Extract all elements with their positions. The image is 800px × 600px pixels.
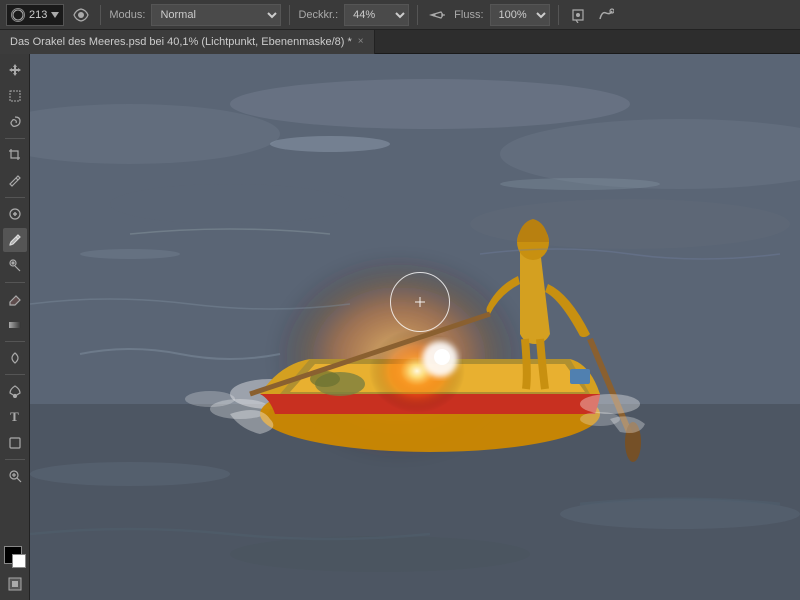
- canvas-scene: [30, 54, 800, 600]
- tool-blur[interactable]: [3, 346, 27, 370]
- tool-gradient[interactable]: [3, 313, 27, 337]
- canvas-area[interactable]: [30, 54, 800, 600]
- airbrush-icon[interactable]: [426, 4, 448, 26]
- text-tool-icon: T: [10, 409, 19, 425]
- opacity-select[interactable]: 44% 100% 75% 50% 25%: [344, 4, 409, 26]
- tool-marquee[interactable]: [3, 84, 27, 108]
- chevron-down-icon: [51, 12, 59, 18]
- tab-title: Das Orakel des Meeres.psd bei 40,1% (Lic…: [10, 36, 352, 48]
- opacity-label: Deckkr.:: [298, 9, 338, 21]
- color-swatches[interactable]: [4, 542, 26, 564]
- separator-3: [417, 5, 418, 25]
- tool-pen[interactable]: [3, 379, 27, 403]
- tool-separator-3: [5, 282, 25, 283]
- tool-crop[interactable]: [3, 143, 27, 167]
- tool-separator-2: [5, 197, 25, 198]
- brush-size-control[interactable]: 213: [6, 4, 64, 26]
- tab-bar: Das Orakel des Meeres.psd bei 40,1% (Lic…: [0, 30, 800, 54]
- brush-preview-icon: [11, 8, 25, 22]
- tool-lasso[interactable]: [3, 110, 27, 134]
- mode-label: Modus:: [109, 9, 145, 21]
- tool-separator-5: [5, 374, 25, 375]
- tool-shape[interactable]: [3, 431, 27, 455]
- brush-size-value: 213: [29, 9, 47, 21]
- main-toolbar: 213 Modus: Normal Auflösen Abdunkeln Mul…: [0, 0, 800, 30]
- tab-close-button[interactable]: ×: [358, 36, 364, 47]
- tool-eyedropper[interactable]: [3, 169, 27, 193]
- tool-separator-1: [5, 138, 25, 139]
- tool-heal[interactable]: [3, 202, 27, 226]
- tool-text[interactable]: T: [3, 405, 27, 429]
- tool-move[interactable]: [3, 58, 27, 82]
- smoothing-icon[interactable]: [595, 4, 617, 26]
- main-content: T: [0, 54, 800, 600]
- tool-separator-4: [5, 341, 25, 342]
- tool-zoom[interactable]: [3, 464, 27, 488]
- background-color-swatch[interactable]: [12, 554, 26, 568]
- flow-label: Fluss:: [454, 9, 483, 21]
- tool-eraser[interactable]: [3, 287, 27, 311]
- tool-clone-stamp[interactable]: [3, 254, 27, 278]
- brush-options-icon[interactable]: [70, 4, 92, 26]
- scene-svg: [30, 54, 800, 600]
- document-tab[interactable]: Das Orakel des Meeres.psd bei 40,1% (Lic…: [0, 30, 375, 54]
- separator-2: [289, 5, 290, 25]
- tool-brush[interactable]: [3, 228, 27, 252]
- tools-sidebar: T: [0, 54, 30, 600]
- mode-select[interactable]: Normal Auflösen Abdunkeln Multiplizieren…: [151, 4, 281, 26]
- tablet-pressure-icon[interactable]: [567, 4, 589, 26]
- separator-1: [100, 5, 101, 25]
- tool-separator-6: [5, 459, 25, 460]
- tool-quick-mask[interactable]: [3, 572, 27, 596]
- separator-4: [558, 5, 559, 25]
- flow-select[interactable]: 100% 75% 50%: [490, 4, 550, 26]
- foreground-color-swatch[interactable]: [4, 546, 22, 564]
